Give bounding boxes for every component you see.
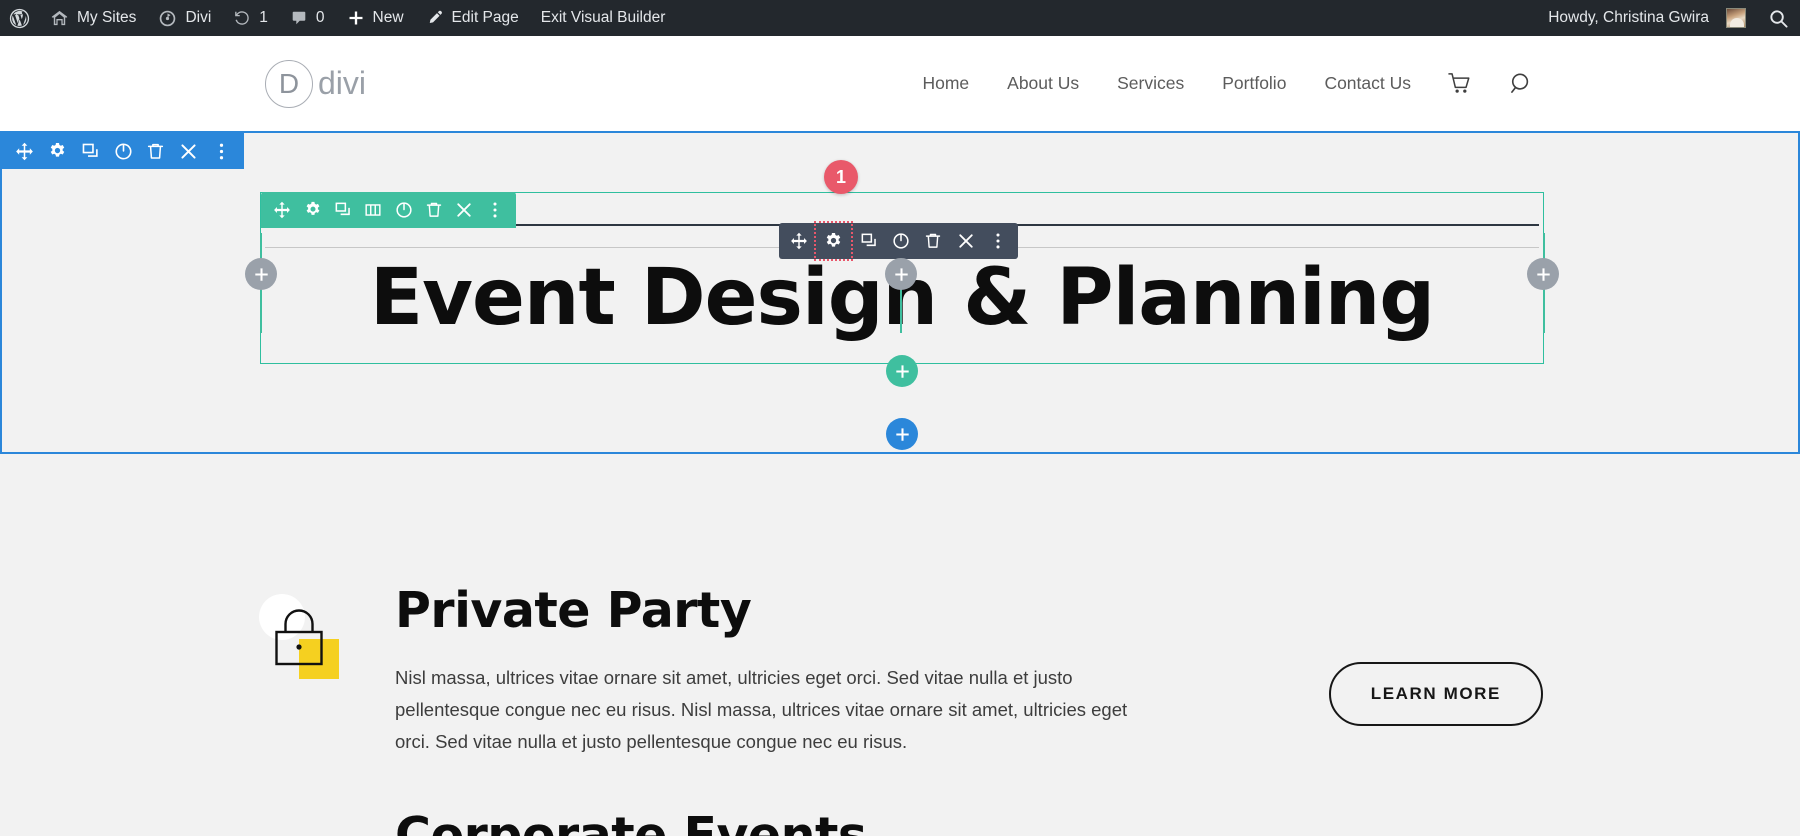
- logo-letter: D: [265, 59, 313, 108]
- column-structure-icon[interactable]: [358, 192, 388, 228]
- nav-item-contact-us[interactable]: Contact Us: [1305, 73, 1430, 94]
- site-header: D divi Home About Us Services Portfolio …: [0, 36, 1800, 131]
- cocktail-glass-icon: [259, 819, 349, 836]
- duplicate-icon[interactable]: [74, 133, 107, 169]
- feature-row-corporate-events: Corporate Events: [259, 809, 1543, 836]
- section-toolbar: [2, 133, 244, 169]
- feature-text: Nisl massa, ultrices vitae ornare sit am…: [395, 666, 1128, 752]
- logo-wordmark: divi: [318, 65, 367, 101]
- feature-body: Private Party Nisl massa, ultrices vitae…: [377, 584, 1333, 757]
- search-icon[interactable]: [1491, 71, 1552, 96]
- services-section: Private Party Nisl massa, ultrices vitae…: [0, 454, 1800, 836]
- nav-item-portfolio[interactable]: Portfolio: [1203, 73, 1305, 94]
- adminbar-howdy-label: Howdy, Christina Gwira: [1548, 9, 1709, 26]
- updates-icon: [233, 9, 251, 27]
- settings-gear-icon[interactable]: [814, 221, 854, 261]
- plus-icon: [347, 9, 365, 27]
- adminbar-my-sites-label: My Sites: [77, 9, 137, 26]
- delete-trash-icon[interactable]: [419, 192, 449, 228]
- comments-icon: [290, 9, 308, 27]
- site-logo[interactable]: D divi: [265, 59, 367, 108]
- move-icon[interactable]: [783, 223, 815, 259]
- wp-admin-bar: My Sites Divi 1 0 New Edit Page Exit Vis…: [0, 0, 1800, 36]
- adminbar-new[interactable]: New: [336, 0, 415, 36]
- avatar: [1726, 8, 1746, 28]
- more-dots-icon[interactable]: [480, 192, 510, 228]
- adminbar-exit-visual-builder[interactable]: Exit Visual Builder: [530, 0, 677, 36]
- adminbar-my-sites[interactable]: My Sites: [39, 0, 147, 36]
- adminbar-search-button[interactable]: [1757, 0, 1800, 36]
- more-dots-icon[interactable]: [205, 133, 238, 169]
- disable-power-icon[interactable]: [885, 223, 917, 259]
- settings-gear-icon[interactable]: [41, 133, 74, 169]
- add-section-button[interactable]: [886, 418, 918, 450]
- adminbar-new-label: New: [372, 9, 404, 26]
- adminbar-account[interactable]: Howdy, Christina Gwira: [1537, 0, 1757, 36]
- feature-cta-wrap: LEARN MORE: [1328, 584, 1543, 726]
- feature-title: Corporate Events: [395, 807, 867, 836]
- page-canvas: Event Design & Planning 1 Private Party …: [0, 131, 1800, 836]
- main-navigation: Home About Us Services Portfolio Contact…: [903, 71, 1552, 96]
- nav-item-about-us[interactable]: About Us: [988, 73, 1098, 94]
- add-column-left-button[interactable]: [245, 258, 277, 290]
- adminbar-edit-page[interactable]: Edit Page: [415, 0, 530, 36]
- move-icon[interactable]: [267, 192, 297, 228]
- adminbar-divi[interactable]: Divi: [147, 0, 222, 36]
- feature-title: Private Party: [395, 582, 752, 639]
- learn-more-button[interactable]: LEARN MORE: [1328, 662, 1543, 726]
- nav-item-services[interactable]: Services: [1098, 73, 1203, 94]
- adminbar-exit-visual-builder-label: Exit Visual Builder: [540, 9, 666, 26]
- step-badge-1: 1: [824, 160, 858, 194]
- close-x-icon[interactable]: [449, 192, 479, 228]
- duplicate-icon[interactable]: [328, 192, 358, 228]
- adminbar-updates[interactable]: 1: [222, 0, 279, 36]
- feature-icon-wrap: [259, 809, 377, 836]
- adminbar-updates-count: 1: [259, 9, 268, 26]
- more-dots-icon[interactable]: [982, 223, 1014, 259]
- padlock-icon: [259, 594, 349, 679]
- sites-icon: [50, 9, 69, 28]
- adminbar-edit-page-label: Edit Page: [451, 9, 519, 26]
- pencil-icon: [426, 9, 444, 27]
- row-toolbar: [261, 192, 516, 228]
- nav-item-home[interactable]: Home: [903, 73, 988, 94]
- feature-cta-wrap: [1333, 809, 1543, 836]
- delete-trash-icon[interactable]: [139, 133, 172, 169]
- add-row-button[interactable]: [886, 355, 918, 387]
- delete-trash-icon[interactable]: [917, 223, 949, 259]
- feature-icon-wrap: [259, 584, 377, 679]
- add-column-right-button[interactable]: [1527, 258, 1559, 290]
- move-icon[interactable]: [8, 133, 41, 169]
- search-icon: [1768, 8, 1789, 29]
- disable-power-icon[interactable]: [389, 192, 419, 228]
- cart-icon[interactable]: [1430, 72, 1491, 95]
- duplicate-icon[interactable]: [852, 223, 884, 259]
- feature-row-private-party: Private Party Nisl massa, ultrices vitae…: [259, 584, 1543, 757]
- adminbar-wordpress-logo[interactable]: [0, 0, 39, 36]
- wordpress-icon: [9, 8, 30, 29]
- disable-power-icon[interactable]: [107, 133, 140, 169]
- adminbar-comments[interactable]: 0: [279, 0, 336, 36]
- feature-body: Corporate Events: [377, 809, 1333, 836]
- divi-icon: [158, 9, 177, 28]
- adminbar-right-group: Howdy, Christina Gwira: [1537, 0, 1800, 36]
- adminbar-comments-count: 0: [315, 9, 325, 26]
- close-x-icon[interactable]: [172, 133, 205, 169]
- hero-section[interactable]: Event Design & Planning 1: [0, 131, 1800, 454]
- settings-gear-icon[interactable]: [297, 192, 327, 228]
- add-module-center-button[interactable]: [885, 258, 917, 290]
- close-x-icon[interactable]: [949, 223, 981, 259]
- module-toolbar: [779, 221, 1018, 261]
- adminbar-divi-label: Divi: [185, 9, 212, 26]
